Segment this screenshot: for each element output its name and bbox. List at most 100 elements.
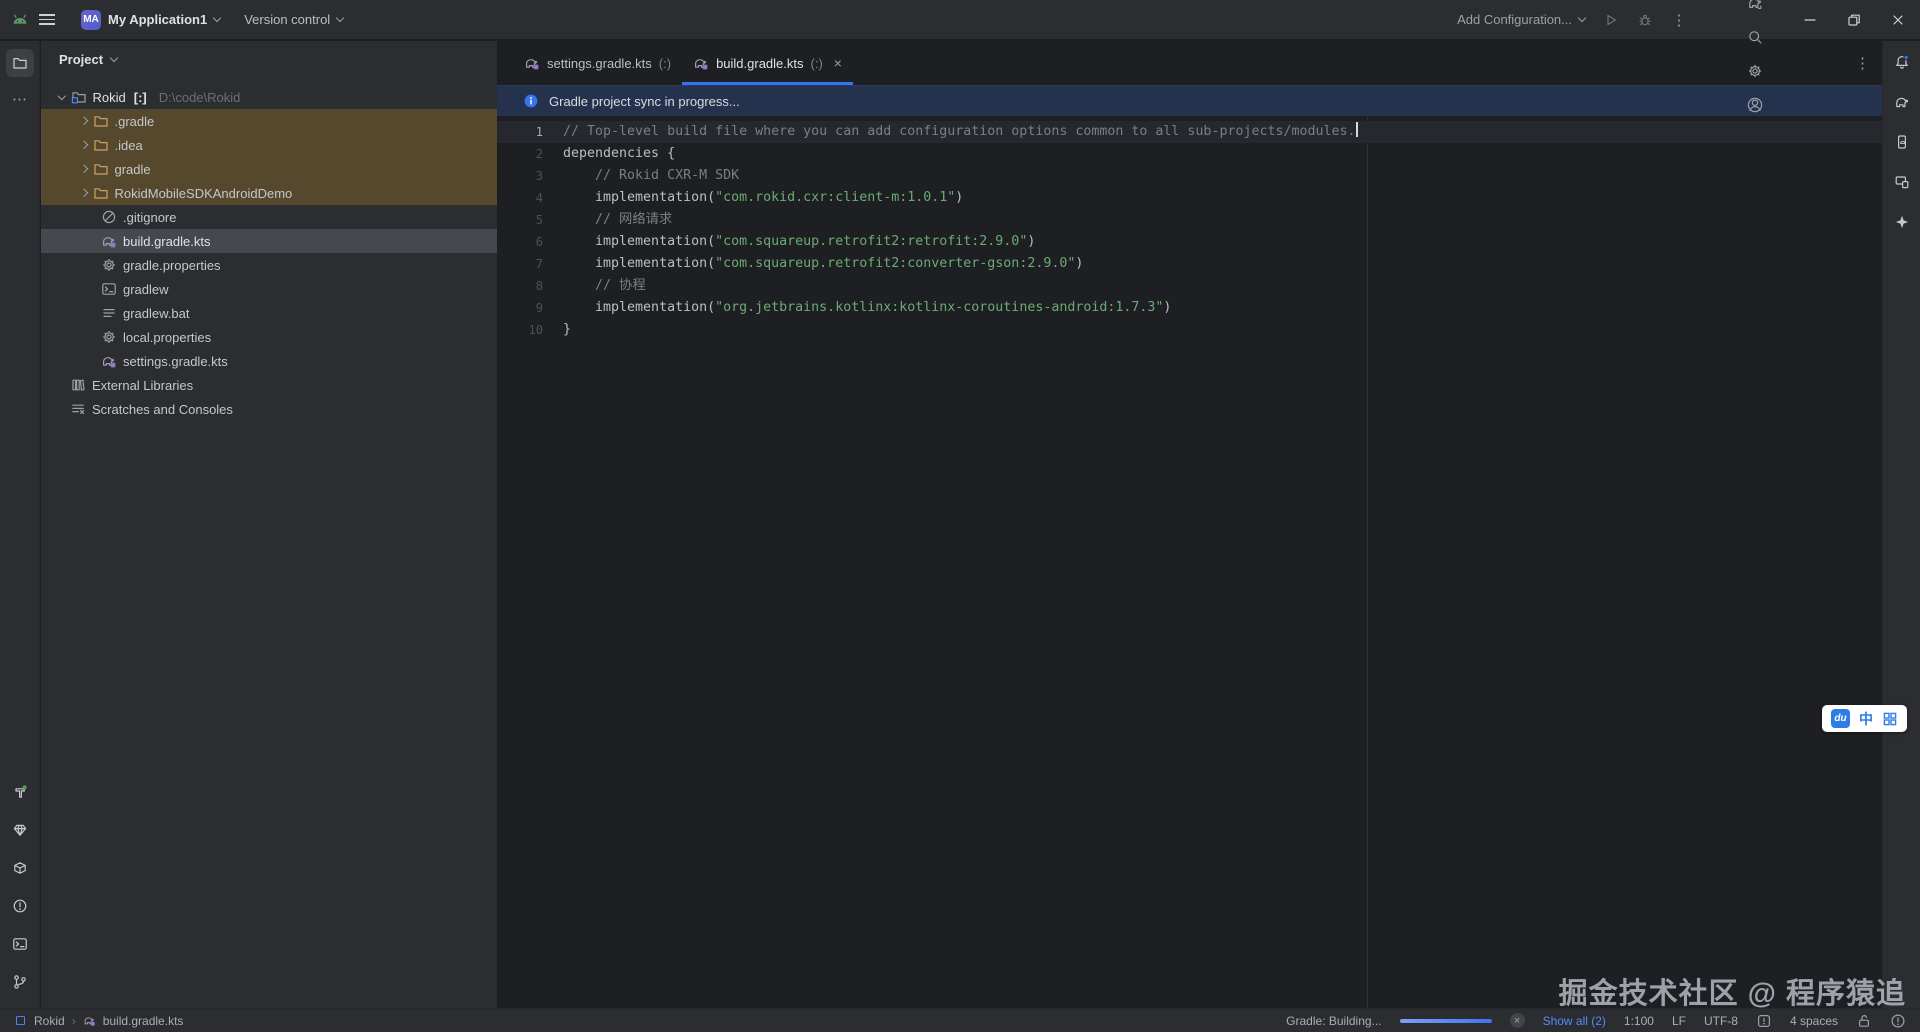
- account-icon: [1747, 97, 1763, 113]
- run-button[interactable]: [1594, 3, 1628, 37]
- tree-row-scratches-and-consoles[interactable]: Scratches and Consoles: [41, 397, 497, 421]
- tree-row-local-properties[interactable]: local.properties: [41, 325, 497, 349]
- gradle-progress-label: Gradle: Building...: [1286, 1013, 1382, 1028]
- editor-hints-icon[interactable]: [1756, 1013, 1772, 1029]
- gem-button[interactable]: [6, 816, 34, 844]
- tree-row--gradle[interactable]: .gradle: [41, 109, 497, 133]
- ime-toolbar[interactable]: du 中: [1822, 705, 1907, 732]
- line-number: 6: [535, 235, 543, 249]
- gradle-elephant-button[interactable]: [1888, 88, 1916, 116]
- show-all-link[interactable]: Show all (2): [1543, 1014, 1606, 1028]
- breadcrumb-file[interactable]: build.gradle.kts: [103, 1014, 184, 1028]
- chevron-right-icon[interactable]: [79, 165, 88, 173]
- tree-row-external-libraries[interactable]: External Libraries: [41, 373, 497, 397]
- more-horizontal-icon: ⋯: [12, 91, 27, 108]
- search-icon: [1747, 29, 1763, 45]
- minimize-button[interactable]: [1788, 0, 1832, 40]
- code-segment-code: implementation(: [563, 256, 716, 271]
- close-tab-icon[interactable]: ×: [834, 55, 842, 71]
- tree-row--gitignore[interactable]: .gitignore: [41, 205, 497, 229]
- ime-grid-icon[interactable]: [1882, 711, 1898, 727]
- folder-icon: [93, 185, 109, 201]
- code-editor[interactable]: 1 // Top-level build file where you can a…: [497, 117, 1882, 1032]
- tree-row-gradle-properties[interactable]: gradle.properties: [41, 253, 497, 277]
- running-devices-button[interactable]: [1888, 168, 1916, 196]
- chevron-right-icon[interactable]: [79, 189, 88, 197]
- project-tool-window: Project Rokid [:] D:\code\Rokid .gradle .ide…: [41, 41, 497, 1008]
- tab-settings-gradle-kts[interactable]: settings.gradle.kts (:): [513, 41, 682, 85]
- tab-build-gradle-kts[interactable]: build.gradle.kts (:) ×: [682, 41, 853, 85]
- git-branch-button[interactable]: [6, 968, 34, 996]
- more-toolwindows-button[interactable]: ⋯: [6, 85, 34, 113]
- build-toolwindow-button[interactable]: [6, 778, 34, 806]
- project-selector[interactable]: MA My Application1: [72, 5, 229, 35]
- ime-brand-badge[interactable]: du: [1831, 709, 1850, 728]
- library-icon: [70, 377, 86, 393]
- cancel-sync-button[interactable]: ×: [1509, 1013, 1525, 1028]
- folder-icon: [93, 137, 109, 153]
- ignored-file-icon: [101, 209, 117, 225]
- code-line-text: // 协程: [563, 275, 646, 297]
- gradle-file-icon: [101, 353, 117, 369]
- settings-button[interactable]: [1738, 54, 1772, 88]
- code-line: 3 // Rokid CXR-M SDK: [497, 165, 1882, 187]
- folder-icon: [93, 113, 109, 129]
- package-button[interactable]: [6, 854, 34, 882]
- chevron-right-icon[interactable]: [79, 141, 88, 149]
- editor-tab-bar: settings.gradle.kts (:) build.gradle.kts (:…: [497, 41, 1882, 85]
- debug-button[interactable]: [1628, 3, 1662, 37]
- code-line: 10}: [497, 319, 1882, 341]
- notifications-bell-button[interactable]: [1888, 48, 1916, 76]
- main-menu-button[interactable]: [30, 3, 64, 37]
- watermark: 掘金技术社区 @ 程序猿追: [1558, 978, 1906, 1010]
- close-button[interactable]: [1876, 0, 1920, 40]
- lock-open-icon[interactable]: [1856, 1013, 1872, 1029]
- code-line-text: implementation("com.squareup.retrofit2:c…: [563, 253, 1083, 275]
- terminal-toolwindow-button[interactable]: [6, 930, 34, 958]
- run-config-label: Add Configuration...: [1457, 12, 1572, 27]
- problems-button[interactable]: [6, 892, 34, 920]
- restore-button[interactable]: [1832, 0, 1876, 40]
- ime-mode-button[interactable]: 中: [1859, 709, 1873, 729]
- chevron-down-icon: [335, 13, 345, 23]
- ai-sparkle-icon: [1894, 214, 1910, 230]
- tree-row-rokid[interactable]: Rokid [:] D:\code\Rokid: [41, 85, 497, 109]
- tree-row-gradlew[interactable]: gradlew: [41, 277, 497, 301]
- breadcrumb-module[interactable]: Rokid: [34, 1014, 65, 1028]
- more-run-actions-button[interactable]: ⋮: [1662, 3, 1696, 37]
- chevron-down-icon[interactable]: [57, 91, 66, 100]
- version-control-selector[interactable]: Version control: [235, 5, 352, 35]
- account-button[interactable]: [1738, 88, 1772, 122]
- close-icon: [1890, 12, 1906, 28]
- tree-row--idea[interactable]: .idea: [41, 133, 497, 157]
- tree-row-gradlew-bat[interactable]: gradlew.bat: [41, 301, 497, 325]
- tree-row-gradle[interactable]: gradle: [41, 157, 497, 181]
- module-icon: [14, 1014, 27, 1027]
- indent-widget[interactable]: 4 spaces: [1790, 1014, 1838, 1028]
- device-manager-button[interactable]: [1888, 128, 1916, 156]
- tab-label: settings.gradle.kts: [547, 55, 652, 71]
- problems-icon: [12, 898, 28, 914]
- line-number: 5: [535, 213, 543, 227]
- caret-position-widget[interactable]: 1:100: [1624, 1014, 1654, 1028]
- search-button[interactable]: [1738, 20, 1772, 54]
- tree-item-label: RokidMobileSDKAndroidDemo: [114, 185, 293, 201]
- tree-item-label: build.gradle.kts: [123, 233, 211, 249]
- code-line-text: implementation("com.rokid.cxr:client-m:1…: [563, 187, 963, 209]
- error-circle-icon[interactable]: [1890, 1013, 1906, 1029]
- project-badge: MA: [81, 9, 101, 30]
- encoding-widget[interactable]: UTF-8: [1704, 1014, 1738, 1028]
- line-ending-widget[interactable]: LF: [1672, 1014, 1686, 1028]
- line-number: 1: [535, 125, 543, 139]
- project-panel-header[interactable]: Project: [41, 41, 497, 77]
- ai-sparkle-button[interactable]: [1888, 208, 1916, 236]
- gradle-sync-button[interactable]: [1738, 0, 1772, 20]
- project-toolwindow-button[interactable]: [5, 49, 34, 77]
- tree-row-build-gradle-kts[interactable]: build.gradle.kts: [41, 229, 497, 253]
- run-configuration-selector[interactable]: Add Configuration...: [1448, 5, 1594, 35]
- git-branch-icon: [12, 974, 28, 990]
- tab-options-button[interactable]: ⋮: [1855, 41, 1870, 85]
- tree-row-rokidmobilesdkandroiddemo[interactable]: RokidMobileSDKAndroidDemo: [41, 181, 497, 205]
- tree-row-settings-gradle-kts[interactable]: settings.gradle.kts: [41, 349, 497, 373]
- chevron-right-icon[interactable]: [79, 117, 88, 125]
